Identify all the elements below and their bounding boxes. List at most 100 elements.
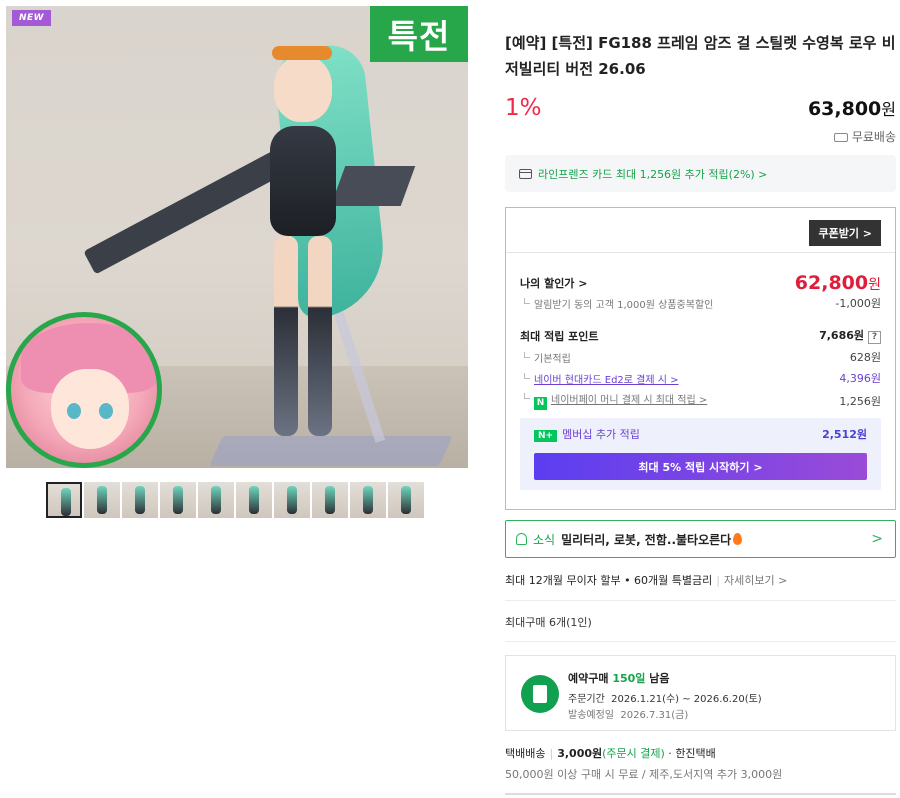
bonus-part-inset bbox=[6, 312, 162, 468]
product-main-image[interactable]: NEW 특전 bbox=[6, 6, 468, 468]
thumbnail-8[interactable] bbox=[312, 482, 348, 518]
card-promo-banner[interactable]: 라인프렌즈 카드 최대 1,256원 추가 적립(2%) > bbox=[505, 155, 896, 192]
base-points-row: 기본적립 628원 bbox=[520, 349, 881, 365]
npay-label-wrap[interactable]: N 네이버페이 머니 결제 시 최대 적립 > bbox=[520, 391, 707, 410]
news-tag: 소식 bbox=[533, 532, 556, 547]
news-message: 밀리터리, 로봇, 전함..불타오른다 bbox=[561, 532, 732, 547]
figure-head bbox=[274, 56, 332, 122]
special-bonus-badge: 특전 bbox=[370, 6, 468, 62]
membership-head: N+ 멤버십 추가 적립 2,512원 bbox=[534, 426, 867, 442]
figure-visor bbox=[272, 46, 332, 60]
hyundai-card-link[interactable]: 네이버 현대카드 Ed2로 결제 시 > bbox=[520, 371, 679, 386]
help-icon[interactable]: ? bbox=[868, 331, 881, 344]
preorder-label: 예약구매 bbox=[568, 672, 609, 685]
notice-discount-label: 알림받기 동의 고객 1,000원 상품중복할인 bbox=[520, 296, 713, 311]
installment-text: 최대 12개월 무이자 할부 • 60개월 특별금리 bbox=[505, 574, 713, 587]
preorder-headline: 예약구매 150일 남음 bbox=[568, 670, 670, 686]
base-points-label: 기본적립 bbox=[520, 350, 571, 365]
preorder-remaining: 남음 bbox=[649, 672, 670, 685]
thumbnail-2[interactable] bbox=[84, 482, 120, 518]
naver-plus-icon: N+ bbox=[534, 430, 558, 442]
figure-rifle bbox=[83, 143, 299, 275]
preorder-box: 예약구매 150일 남음 주문기간 2026.1.21(수) ~ 2026.6.… bbox=[505, 655, 896, 731]
npay-row[interactable]: N 네이버페이 머니 결제 시 최대 적립 > 1,256원 bbox=[520, 391, 881, 410]
membership-label-wrap: N+ 멤버십 추가 적립 bbox=[534, 426, 640, 442]
notice-discount-value: -1,000원 bbox=[835, 297, 881, 310]
thumbnail-6[interactable] bbox=[236, 482, 272, 518]
my-price-row[interactable]: 나의 할인가 > 62,800원 bbox=[520, 272, 881, 294]
figure-stand bbox=[209, 436, 453, 466]
truck-icon bbox=[833, 133, 848, 142]
sale-price-value: 63,800 bbox=[807, 98, 882, 120]
installment-more-link[interactable]: 자세히보기 > bbox=[724, 574, 787, 587]
ship-date: 발송예정일 2026.7.31(금) bbox=[568, 706, 688, 721]
thumbnail-5[interactable] bbox=[198, 482, 234, 518]
divider bbox=[505, 600, 896, 601]
preorder-days: 150일 bbox=[612, 672, 646, 685]
shipping-condition: 50,000원 이상 구매 시 무료 / 제주,도서지역 추가 3,000원 bbox=[505, 768, 783, 781]
shipping-fee-note: (주문시 결제) bbox=[602, 747, 665, 760]
notice-discount-row: 알림받기 동의 고객 1,000원 상품중복할인 -1,000원 bbox=[520, 295, 881, 311]
max-points-row: 최대 적립 포인트 7,686원? bbox=[520, 327, 881, 344]
thumbnail-4[interactable] bbox=[160, 482, 196, 518]
card-promo-text: 라인프렌즈 카드 최대 1,256원 추가 적립(2%) > bbox=[538, 167, 768, 181]
sale-price: 63,800원 bbox=[808, 96, 896, 120]
order-period-label: 주문기간 bbox=[568, 694, 605, 705]
npay-label[interactable]: 네이버페이 머니 결제 시 최대 적립 > bbox=[551, 395, 707, 406]
order-period: 주문기간 2026.1.21(수) ~ 2026.6.20(토) bbox=[568, 690, 762, 705]
price-row: 1% 63,800원 bbox=[505, 90, 896, 126]
new-badge: NEW bbox=[12, 10, 52, 26]
divider bbox=[506, 252, 895, 253]
membership-start-button[interactable]: 최대 5% 적립 시작하기 > bbox=[534, 453, 867, 480]
shipping-type: 택배배송 bbox=[505, 747, 546, 760]
shipping-carrier: 한진택배 bbox=[675, 747, 716, 760]
my-price: 62,800원 bbox=[795, 272, 881, 294]
news-banner[interactable]: 소식 밀리터리, 로봇, 전함..불타오른다 > bbox=[505, 520, 896, 558]
ship-date-value: 2026.7.31(금) bbox=[620, 710, 689, 721]
discount-rate: 1% bbox=[505, 95, 542, 121]
shipping-fee: 3,000원 bbox=[557, 747, 603, 760]
membership-label: 멤버십 추가 적립 bbox=[562, 428, 640, 441]
separator: | bbox=[549, 747, 554, 760]
product-title: [예약] [특전] FG188 프레임 암즈 걸 스틸렛 수영복 로우 비저빌리… bbox=[505, 34, 896, 78]
thumbnail-strip bbox=[46, 482, 424, 518]
my-price-label[interactable]: 나의 할인가 > bbox=[520, 275, 587, 291]
ship-date-label: 발송예정일 bbox=[568, 710, 614, 721]
free-shipping: 무료배송 bbox=[505, 128, 896, 145]
thumbnail-9[interactable] bbox=[350, 482, 386, 518]
thumbnail-10[interactable] bbox=[388, 482, 424, 518]
shipping-info: 택배배송 | 3,000원(주문시 결제) · 한진택배 bbox=[505, 747, 716, 760]
chevron-right-icon: > bbox=[871, 531, 883, 547]
separator: | bbox=[716, 574, 720, 587]
thumbnail-3[interactable] bbox=[122, 482, 158, 518]
my-price-value: 62,800 bbox=[794, 272, 869, 294]
installment-info: 최대 12개월 무이자 할부 • 60개월 특별금리 | 자세히보기 > bbox=[505, 572, 787, 588]
bell-icon bbox=[516, 533, 527, 545]
hyundai-card-value: 4,396원 bbox=[839, 372, 881, 385]
thumbnail-7[interactable] bbox=[274, 482, 310, 518]
product-info: [예약] [특전] FG188 프레임 암즈 걸 스틸렛 수영복 로우 비저빌리… bbox=[505, 30, 896, 145]
figure-wing bbox=[330, 166, 416, 206]
thumbnail-1[interactable] bbox=[46, 482, 82, 518]
npay-icon: N bbox=[534, 397, 547, 410]
free-shipping-label: 무료배송 bbox=[851, 130, 896, 144]
clipboard-icon bbox=[521, 675, 559, 713]
benefit-box: 쿠폰받기 > 나의 할인가 > 62,800원 알림받기 동의 고객 1,000… bbox=[505, 207, 896, 510]
base-points-value: 628원 bbox=[849, 351, 881, 364]
max-points-value: 7,686원 bbox=[819, 329, 864, 342]
hyundai-card-row[interactable]: 네이버 현대카드 Ed2로 결제 시 > 4,396원 bbox=[520, 370, 881, 386]
membership-box: N+ 멤버십 추가 적립 2,512원 최대 5% 적립 시작하기 > bbox=[520, 418, 881, 490]
figure-leg-left bbox=[274, 236, 298, 436]
inset-eye-left bbox=[67, 403, 81, 419]
coupon-button[interactable]: 쿠폰받기 > bbox=[809, 220, 881, 246]
npay-value: 1,256원 bbox=[839, 394, 881, 408]
fire-icon bbox=[733, 533, 743, 545]
inset-eye-right bbox=[99, 403, 113, 419]
inset-face bbox=[51, 369, 129, 449]
max-points-label: 최대 적립 포인트 bbox=[520, 329, 599, 343]
figure-leg-right bbox=[308, 236, 332, 436]
max-purchase: 최대구매 6개(1인) bbox=[505, 616, 592, 629]
divider bbox=[505, 793, 896, 795]
figure-body bbox=[270, 126, 336, 236]
divider bbox=[505, 641, 896, 642]
